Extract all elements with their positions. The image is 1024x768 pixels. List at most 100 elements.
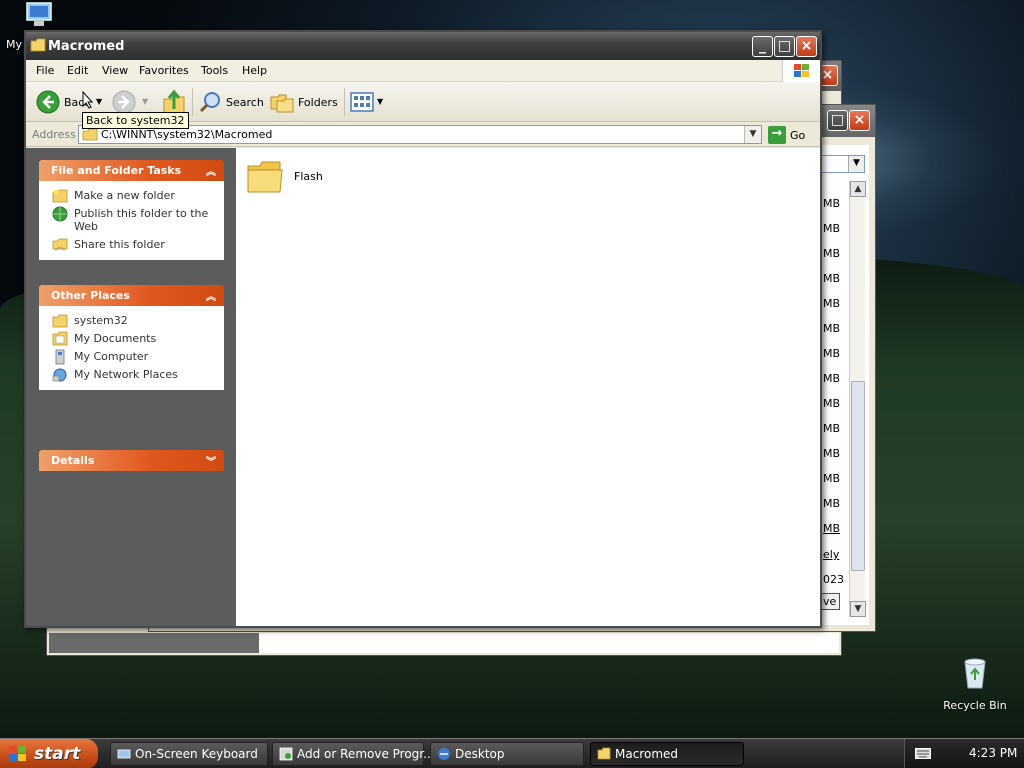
panel-header[interactable]: File and Folder Tasks ︽ — [39, 160, 224, 181]
keyboard-icon[interactable] — [915, 748, 931, 759]
taskbar-button-macromed[interactable]: Macromed — [590, 742, 744, 766]
folder-icon — [247, 161, 283, 193]
maximize-icon[interactable]: □ — [774, 36, 795, 57]
taskbar-button-label: Macromed — [615, 747, 679, 761]
size-cell: MB — [823, 272, 841, 285]
back-arrow-icon — [36, 90, 60, 114]
size-cell: MB — [823, 247, 841, 260]
size-cell: MB — [823, 397, 841, 410]
folders-label: Folders — [298, 96, 338, 109]
place-my-computer[interactable]: My Computer — [39, 348, 224, 366]
go-label: Go — [790, 129, 806, 142]
size-cell: MB — [823, 447, 841, 460]
window-title: Macromed — [48, 39, 125, 54]
close-icon[interactable]: × — [849, 110, 870, 131]
chevron-up-icon[interactable]: ︽ — [206, 163, 216, 178]
maximize-icon[interactable]: □ — [827, 110, 848, 131]
windows-logo — [782, 60, 820, 82]
taskbar-button-label: Add or Remove Progr... — [297, 747, 435, 761]
taskbar-button-desktop[interactable]: Desktop — [430, 742, 584, 766]
panel-header[interactable]: Details ︾ — [39, 450, 224, 471]
size-cell: MB — [823, 322, 841, 335]
vertical-scrollbar[interactable]: ▲ ▼ — [849, 181, 866, 617]
menu-favorites[interactable]: Favorites — [139, 64, 189, 77]
background-number: 023 — [823, 573, 844, 586]
size-cell: MB — [823, 497, 841, 510]
task-make-new-folder[interactable]: Make a new folder — [39, 187, 224, 205]
folders-icon — [270, 94, 294, 113]
size-cell: MB — [823, 372, 841, 385]
taskbar-button-add-remove[interactable]: Add or Remove Progr... — [272, 742, 435, 766]
panel-title: Details — [51, 454, 95, 467]
menu-help[interactable]: Help — [242, 64, 267, 77]
panel-title: File and Folder Tasks — [51, 164, 182, 177]
task-publish-web[interactable]: Publish this folder to the Web — [39, 205, 224, 236]
desktop-icon-label: My — [6, 38, 23, 51]
address-path: C:\WINNT\system32\Macromed — [101, 128, 273, 141]
chevron-down-icon[interactable]: ▼ — [96, 97, 102, 106]
address-label: Address — [32, 128, 76, 141]
place-system32[interactable]: system32 — [39, 312, 224, 330]
search-button[interactable]: Search — [198, 88, 264, 116]
chevron-up-icon[interactable]: ︽ — [206, 288, 216, 303]
new-folder-icon — [52, 189, 68, 203]
size-cell: MB — [823, 347, 841, 360]
clock[interactable]: 4:23 PM — [969, 746, 1017, 760]
background-link[interactable]: ely — [823, 548, 839, 561]
computer-icon — [55, 349, 65, 365]
close-icon[interactable]: × — [796, 36, 817, 57]
scroll-down-icon[interactable]: ▼ — [850, 601, 866, 617]
file-item-label: Flash — [294, 170, 323, 183]
taskbar-button-on-screen-keyboard[interactable]: On-Screen Keyboard — [110, 742, 268, 766]
size-cell: MB — [823, 472, 841, 485]
system-tray: 4:23 PM — [904, 739, 1024, 768]
background-button[interactable]: ve — [819, 593, 841, 610]
folders-button[interactable]: Folders — [270, 88, 338, 116]
internet-explorer-icon — [438, 748, 450, 760]
size-column: ▼ MB MB MB MB MB MB MB MB MB MB MB MB MB… — [819, 145, 869, 625]
network-icon — [52, 368, 67, 382]
background-window-statusbar — [49, 633, 259, 653]
menu-edit[interactable]: Edit — [67, 64, 88, 77]
menu-view[interactable]: View — [102, 64, 128, 77]
menu-file[interactable]: File — [36, 64, 54, 77]
folder-icon — [82, 128, 98, 141]
computer-icon — [26, 2, 52, 26]
desktop-icon-recycle-bin[interactable]: Recycle Bin — [940, 656, 1010, 712]
size-cell: MB — [823, 197, 841, 210]
taskbar: start On-Screen Keyboard Add or Remove P… — [0, 738, 1024, 768]
panel-body: Make a new folder Publish this folder to… — [39, 181, 224, 260]
menu-bar: File Edit View Favorites Tools Help — [26, 60, 820, 82]
chevron-down-icon[interactable]: ▼ — [377, 97, 383, 106]
size-cell: MB — [823, 522, 841, 535]
place-my-network-places[interactable]: My Network Places — [39, 366, 224, 384]
size-cell: MB — [823, 222, 841, 235]
task-share-folder[interactable]: Share this folder — [39, 236, 224, 254]
details-panel: Details ︾ — [39, 450, 224, 471]
title-bar[interactable]: Macromed _ □ × — [26, 32, 820, 60]
keyboard-icon — [117, 749, 131, 759]
scrollbar-thumb[interactable] — [851, 381, 865, 571]
menu-tools[interactable]: Tools — [201, 64, 228, 77]
scroll-up-icon[interactable]: ▲ — [850, 181, 866, 197]
back-tooltip: Back to system32 — [82, 112, 189, 129]
chevron-down-icon[interactable]: ︾ — [206, 453, 216, 468]
go-arrow-icon: → — [768, 126, 786, 144]
documents-icon — [52, 331, 68, 346]
background-dropdown[interactable]: ▼ — [819, 155, 865, 173]
mouse-cursor-icon — [82, 91, 94, 109]
search-label: Search — [226, 96, 264, 109]
panel-header[interactable]: Other Places ︽ — [39, 285, 224, 306]
chevron-down-icon[interactable]: ▼ — [744, 126, 761, 143]
chevron-down-icon[interactable]: ▼ — [142, 97, 148, 106]
size-cell: MB — [823, 422, 841, 435]
folder-icon — [52, 314, 68, 328]
taskbar-button-label: Desktop — [455, 747, 505, 761]
start-button[interactable]: start — [0, 739, 98, 768]
place-my-documents[interactable]: My Documents — [39, 330, 224, 348]
minimize-icon[interactable]: _ — [752, 36, 773, 57]
folder-icon — [30, 38, 46, 52]
windows-flag-icon — [9, 746, 26, 761]
views-button[interactable]: ▼ — [350, 88, 386, 116]
toolbar-separator — [344, 88, 345, 116]
